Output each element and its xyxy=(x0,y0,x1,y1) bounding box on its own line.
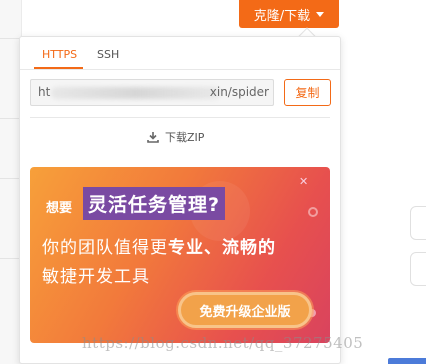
promo-line-2-prefix: 你的团队值得更 xyxy=(42,238,168,258)
promo-line-2: 你的团队值得更专业、流畅的 xyxy=(42,233,276,258)
tab-ssh[interactable]: SSH xyxy=(97,48,119,61)
watermark: https://blog.csdn.net/qq_37275405 xyxy=(82,334,364,352)
promo-line-3: 敏捷开发工具 xyxy=(42,267,150,287)
promo-headline: 灵活任务管理? xyxy=(83,187,226,220)
promo-line-2-bold: 专业、流畅的 xyxy=(168,238,276,258)
sparkle-icon: ✕ xyxy=(299,175,309,188)
url-prefix: ht xyxy=(38,85,51,99)
clone-url-field[interactable]: ht xin/spider xyxy=(30,79,274,106)
corner-button[interactable] xyxy=(388,358,426,364)
download-icon xyxy=(147,132,159,143)
clone-download-label: 克隆/下载 xyxy=(253,8,311,24)
protocol-tabs: HTTPS SSH xyxy=(20,37,340,70)
clone-dropdown-panel: HTTPS SSH ht xin/spider 复制 下载ZIP ✕ 想要 灵活… xyxy=(19,36,341,364)
clone-url-row: ht xin/spider 复制 xyxy=(30,79,331,106)
download-zip-label: 下载ZIP xyxy=(165,131,205,144)
url-redacted xyxy=(51,87,221,99)
download-zip-button[interactable]: 下载ZIP xyxy=(147,129,204,145)
divider xyxy=(30,117,330,118)
url-suffix: xin/spider xyxy=(209,85,269,99)
chevron-down-icon xyxy=(316,12,325,17)
active-tab-indicator xyxy=(34,67,83,69)
side-action-button[interactable] xyxy=(410,206,426,240)
tab-https[interactable]: HTTPS xyxy=(42,48,77,61)
promo-lead-text: 想要 xyxy=(46,201,73,216)
upgrade-enterprise-button[interactable]: 免费升级企业版 xyxy=(178,292,312,328)
clone-download-button[interactable]: 克隆/下载 xyxy=(239,0,339,28)
ring-decoration xyxy=(308,207,318,217)
upgrade-promo-banner[interactable]: ✕ 想要 灵活任务管理? 你的团队值得更专业、流畅的 敏捷开发工具 免费升级企业… xyxy=(30,167,330,343)
copy-button[interactable]: 复制 xyxy=(284,79,331,106)
side-action-button[interactable] xyxy=(410,252,426,286)
